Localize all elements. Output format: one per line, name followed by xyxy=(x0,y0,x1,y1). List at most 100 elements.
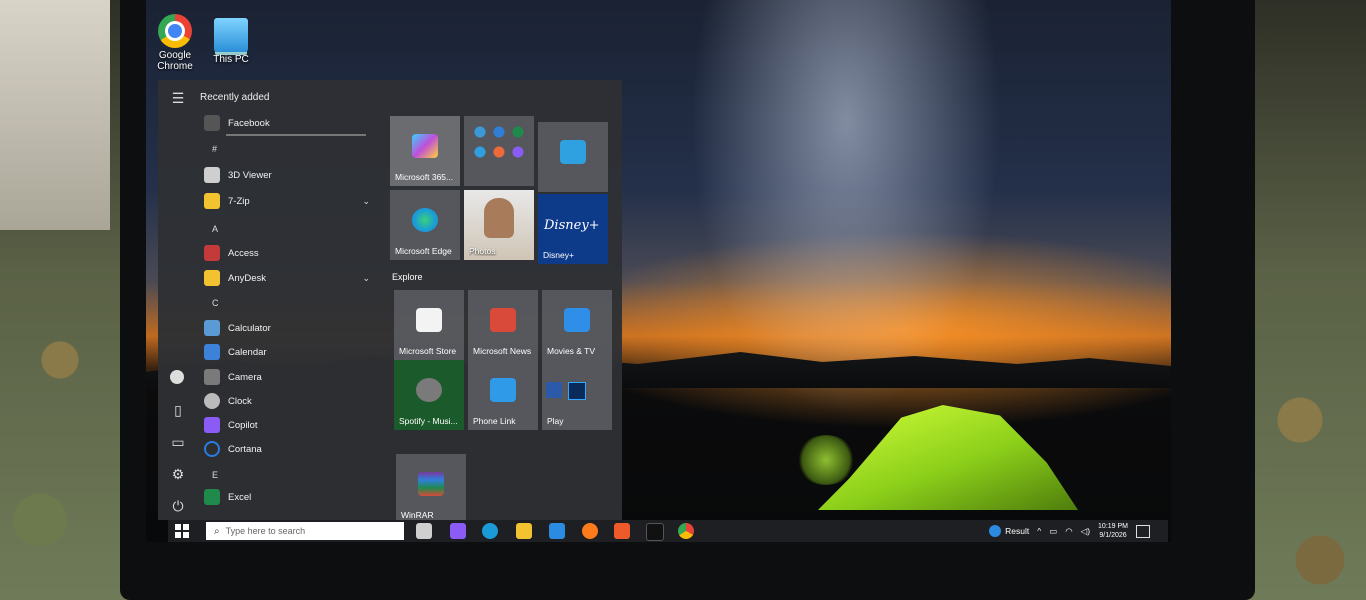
phone-link-icon xyxy=(490,378,516,402)
explore-group-label[interactable]: Explore xyxy=(392,272,423,282)
letter-header[interactable]: C xyxy=(212,298,219,308)
background-wall xyxy=(0,0,110,230)
mail-icon xyxy=(560,140,586,164)
tile-mail[interactable] xyxy=(538,122,608,192)
taskbar: ⌕ Type here to search Result ^ ▭ ◠ ◁) 10… xyxy=(168,520,1168,542)
network-icon[interactable]: ▭ xyxy=(1049,526,1057,537)
app-folder-icon xyxy=(472,124,526,164)
chevron-up-icon[interactable]: ^ xyxy=(1037,526,1041,536)
tile-movies-tv[interactable]: Movies & TV xyxy=(542,290,612,360)
clock-icon xyxy=(204,393,220,409)
app-clock[interactable]: Clock xyxy=(204,390,374,412)
copilot-icon xyxy=(204,417,220,433)
settings-gear-icon[interactable]: ⚙ xyxy=(170,466,186,482)
computer-icon xyxy=(214,18,248,52)
copilot-icon[interactable] xyxy=(450,523,466,539)
pictures-icon[interactable]: ▭ xyxy=(170,434,186,450)
microsoft-365-icon xyxy=(412,134,438,158)
tile-microsoft-news[interactable]: Microsoft News xyxy=(468,290,538,360)
app-label: Clock xyxy=(228,395,252,407)
movies-tv-icon xyxy=(564,308,590,332)
tile-winrar[interactable]: WinRAR xyxy=(396,454,466,524)
facebook-icon xyxy=(204,115,220,131)
tiktok-icon[interactable] xyxy=(646,523,664,541)
letter-header[interactable]: A xyxy=(212,224,218,234)
tile-label: Disney+ xyxy=(543,250,574,260)
notification-icon[interactable] xyxy=(1136,524,1150,538)
app-label: Calendar xyxy=(228,346,267,358)
app-label: Excel xyxy=(228,491,252,503)
volume-icon[interactable]: ◁) xyxy=(1081,526,1090,537)
tile-phone-link[interactable]: Phone Link xyxy=(468,360,538,430)
weather-text: Result xyxy=(1005,526,1030,536)
documents-icon[interactable]: ▯ xyxy=(170,402,186,418)
app-label: Access xyxy=(228,247,259,259)
anydesk-icon[interactable] xyxy=(614,523,630,539)
tile-label: Microsoft Store xyxy=(399,346,457,356)
app-label: Copilot xyxy=(228,419,258,431)
tile-spotify[interactable]: Spotify - Musi... xyxy=(394,360,464,430)
calendar-icon xyxy=(204,344,220,360)
folder-icon xyxy=(204,193,220,209)
desktop-icon-label: This PC xyxy=(213,54,249,65)
hamburger-menu-icon[interactable]: ☰ xyxy=(170,90,186,106)
tile-label: Photos xyxy=(469,246,496,256)
store-icon xyxy=(416,308,442,332)
taskbar-search-box[interactable]: ⌕ Type here to search xyxy=(206,522,404,540)
desktop-icon-chrome[interactable]: Google Chrome xyxy=(150,14,200,72)
tile-play[interactable]: Play xyxy=(542,360,612,430)
weather-widget[interactable]: Result xyxy=(989,525,1029,537)
firefox-icon[interactable] xyxy=(582,523,598,539)
app-access[interactable]: Access xyxy=(204,242,374,264)
access-icon xyxy=(204,245,220,261)
app-cortana[interactable]: Cortana xyxy=(204,438,374,460)
tile-label: Microsoft 365... xyxy=(395,172,454,182)
app-excel[interactable]: Excel xyxy=(204,486,374,508)
chrome-icon[interactable] xyxy=(678,523,694,539)
app-7zip[interactable]: 7-Zip ⌄ xyxy=(204,190,374,212)
tile-disney-plus[interactable]: Disney+ Disney+ xyxy=(538,194,608,264)
cortana-icon xyxy=(204,441,220,457)
tile-microsoft-edge[interactable]: Microsoft Edge xyxy=(390,190,460,260)
app-3d-viewer[interactable]: 3D Viewer xyxy=(204,164,374,186)
letter-header[interactable]: # xyxy=(212,144,217,154)
app-label: AnyDesk xyxy=(228,272,267,284)
clock[interactable]: 10:19 PM 9/1/2026 xyxy=(1098,522,1128,540)
app-copilot[interactable]: Copilot xyxy=(204,414,374,436)
app-label: Facebook xyxy=(228,117,270,129)
3d-viewer-icon xyxy=(204,167,220,183)
tile-area: Microsoft 365... Microsoft Edge Photos D… xyxy=(390,116,616,524)
app-label: 3D Viewer xyxy=(228,169,272,181)
desktop-icon-this-pc[interactable]: This PC xyxy=(206,18,256,65)
wifi-icon[interactable]: ◠ xyxy=(1065,526,1072,537)
game-icon xyxy=(546,382,562,398)
chevron-down-icon: ⌄ xyxy=(362,195,370,206)
app-anydesk[interactable]: AnyDesk ⌄ xyxy=(204,267,374,289)
search-placeholder: Type here to search xyxy=(225,526,306,536)
user-avatar-icon[interactable] xyxy=(170,370,184,384)
tile-office-folder[interactable] xyxy=(464,116,534,186)
tile-label: Spotify - Musi... xyxy=(399,416,458,426)
app-list: Recently added Facebook # 3D Viewer 7-Zi… xyxy=(198,80,378,520)
letter-header[interactable]: E xyxy=(212,470,218,480)
weather-icon xyxy=(989,525,1002,537)
mail-icon[interactable] xyxy=(549,523,565,539)
tile-photos[interactable]: Photos xyxy=(464,190,534,260)
app-facebook[interactable]: Facebook xyxy=(204,112,374,134)
recently-added-heading: Recently added xyxy=(200,92,270,103)
tile-microsoft-365[interactable]: Microsoft 365... xyxy=(390,116,460,186)
tile-microsoft-store[interactable]: Microsoft Store xyxy=(394,290,464,360)
chevron-down-icon: ⌄ xyxy=(362,272,370,283)
app-calculator[interactable]: Calculator xyxy=(204,317,374,339)
start-menu: ☰ ▯ ▭ ⚙ ⏻ Recently added Facebook # 3D V… xyxy=(158,80,622,524)
tile-label: Play xyxy=(547,416,564,426)
task-view-icon[interactable] xyxy=(416,523,432,539)
calculator-icon xyxy=(204,320,220,336)
app-calendar[interactable]: Calendar xyxy=(204,341,374,363)
app-camera[interactable]: Camera xyxy=(204,366,374,388)
power-icon[interactable]: ⏻ xyxy=(170,498,186,514)
edge-icon[interactable] xyxy=(482,523,498,539)
recent-divider xyxy=(226,134,366,136)
windows-start-icon[interactable] xyxy=(174,523,190,539)
file-explorer-icon[interactable] xyxy=(516,523,532,539)
